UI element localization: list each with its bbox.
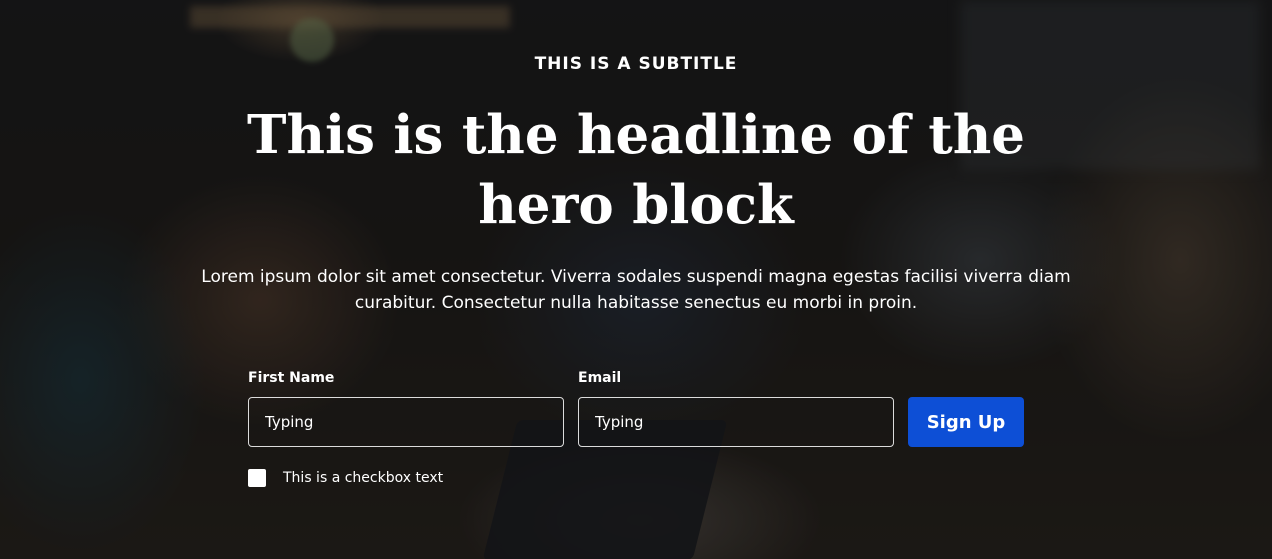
checkbox[interactable]: [248, 469, 266, 487]
signup-form: First Name Email Sign Up This is a check…: [248, 368, 1028, 498]
hero-description: Lorem ipsum dolor sit amet consectetur. …: [201, 267, 1071, 313]
email-input[interactable]: [578, 397, 894, 447]
first-name-input[interactable]: [248, 397, 564, 447]
hero-block: THIS IS A SUBTITLE This is the headline …: [0, 0, 1272, 559]
sign-up-button[interactable]: Sign Up: [908, 397, 1024, 447]
hero-content: THIS IS A SUBTITLE This is the headline …: [0, 0, 1272, 559]
checkbox-row[interactable]: This is a checkbox text: [248, 468, 443, 488]
hero-headline: This is the headline of the hero block: [247, 104, 1025, 236]
first-name-label: First Name: [248, 370, 335, 386]
hero-subtitle: THIS IS A SUBTITLE: [534, 54, 738, 74]
checkbox-label: This is a checkbox text: [283, 470, 444, 486]
email-label: Email: [578, 370, 622, 386]
